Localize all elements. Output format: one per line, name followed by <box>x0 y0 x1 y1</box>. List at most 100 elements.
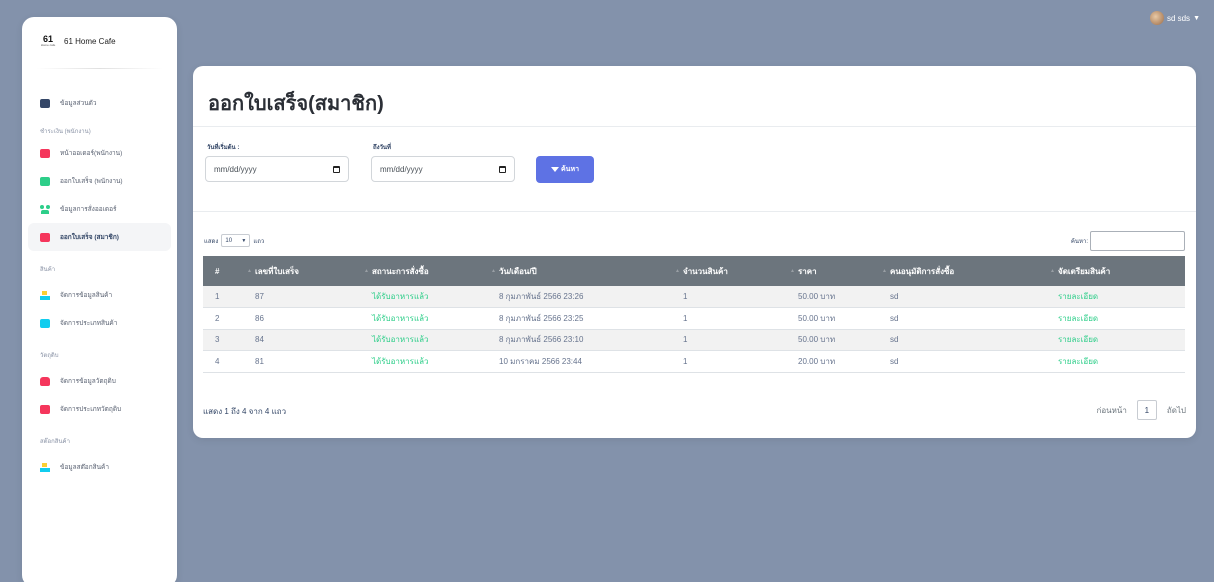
sidebar-item-material-types[interactable]: จัดการประเภทวัตถุดิบ <box>28 395 171 423</box>
cell-quantity: 1 <box>671 350 786 373</box>
brand-logo: 61 Home cafe <box>36 35 60 48</box>
column-header-label: # <box>215 266 220 276</box>
calendar-icon[interactable] <box>333 165 340 173</box>
details-link[interactable]: รายละเอียด <box>1046 286 1185 308</box>
column-header-label: ราคา <box>798 266 817 276</box>
table-header-row: # ▲ เลขที่ใบเสร็จ ▲ สถานะการสั่งซื้อ ▲ วัน/… <box>203 256 1185 286</box>
sidebar-item-label: ออกใบเสร็จ (พนักงาน) <box>60 178 123 185</box>
sort-icon: ▲ <box>364 268 369 274</box>
cell-status: ได้รับอาหารแล้ว <box>360 329 487 351</box>
table-search-input[interactable] <box>1090 231 1185 251</box>
column-header-quantity[interactable]: ▲ จำนวนสินค้า <box>671 256 786 286</box>
column-header-index[interactable]: # <box>203 256 243 286</box>
cell-status: ได้รับอาหารแล้ว <box>360 350 487 373</box>
page-1-button[interactable]: 1 <box>1136 400 1157 420</box>
page-length-value: 10 <box>225 237 233 244</box>
prev-page-button[interactable]: ก่อนหน้า <box>1097 404 1127 417</box>
cell-price: 50.00 บาท <box>786 286 878 308</box>
cell-approver: sd <box>878 286 1046 308</box>
cell-approver: sd <box>878 329 1046 351</box>
cell-date: 10 มกราคม 2566 23:44 <box>487 350 671 373</box>
sidebar-heading-payment: ชำระเงิน (พนักงาน) <box>40 129 91 135</box>
main-card: ออกใบเสร็จ(สมาชิก) วันที่เริ่มต้น : mm/d… <box>193 66 1196 438</box>
user-menu[interactable]: sd sds ▼ <box>1149 11 1200 25</box>
search-button-label: ค้นหา <box>560 166 579 173</box>
sidebar-item-profile[interactable]: ข้อมูลส่วนตัว <box>28 89 171 117</box>
receipt-icon <box>40 148 50 158</box>
end-date-label: ถึงวันที่ <box>373 145 391 151</box>
sort-icon: ▲ <box>491 268 496 274</box>
column-header-label: วัน/เดือน/ปี <box>499 266 537 276</box>
cell-quantity: 1 <box>671 329 786 351</box>
sidebar-item-label: จัดการประเภทวัตถุดิบ <box>60 406 122 413</box>
divider <box>193 126 1196 127</box>
sort-icon: ▲ <box>675 268 680 274</box>
cell-price: 50.00 บาท <box>786 329 878 351</box>
receipt-icon <box>40 232 50 242</box>
next-page-button[interactable]: ถัดไป <box>1167 404 1186 417</box>
column-header-label: จำนวนสินค้า <box>683 266 728 276</box>
cell-date: 8 กุมภาพันธ์ 2566 23:26 <box>487 286 671 308</box>
cell-date: 8 กุมภาพันธ์ 2566 23:25 <box>487 307 671 330</box>
cell-approver: sd <box>878 307 1046 330</box>
sidebar-item-label: ออกใบเสร็จ (สมาชิก) <box>60 234 119 241</box>
boxes-icon <box>40 462 50 472</box>
cell-index: 4 <box>203 350 243 373</box>
cell-status: ได้รับอาหารแล้ว <box>360 307 487 330</box>
column-header-date[interactable]: ▲ วัน/เดือน/ปี <box>487 256 671 286</box>
brand-logo-sub: Home cafe <box>40 43 56 47</box>
table-row: 4 81 ได้รับอาหารแล้ว 10 มกราคม 2566 23:4… <box>203 350 1185 373</box>
avatar <box>1149 11 1164 25</box>
chevron-down-icon: ▼ <box>1193 14 1200 22</box>
column-header-status[interactable]: ▲ สถานะการสั่งซื้อ <box>360 256 487 286</box>
cell-status: ได้รับอาหารแล้ว <box>360 286 487 308</box>
calendar-icon[interactable] <box>499 165 506 173</box>
boxes-icon <box>40 290 50 300</box>
column-header-receipt-no[interactable]: ▲ เลขที่ใบเสร็จ <box>243 256 360 286</box>
sort-icon: ▲ <box>882 268 887 274</box>
details-link[interactable]: รายละเอียด <box>1046 307 1185 330</box>
cell-date: 8 กุมภาพันธ์ 2566 23:10 <box>487 329 671 351</box>
rows-label: แถว <box>253 238 265 245</box>
filter-icon <box>550 167 559 172</box>
sidebar-item-order-info[interactable]: ข้อมูลการสั่งออเดอร์ <box>28 195 171 223</box>
details-link[interactable]: รายละเอียด <box>1046 329 1185 351</box>
receipt-icon <box>40 176 50 186</box>
column-header-prepare[interactable]: ▲ จัดเตรียมสินค้า <box>1046 256 1185 286</box>
sidebar-item-label: ข้อมูลการสั่งออเดอร์ <box>60 206 117 213</box>
start-date-input[interactable]: mm/dd/yyyy <box>205 156 349 182</box>
page-length-select[interactable]: 10 ▼ <box>221 234 251 247</box>
sidebar-item-manage-materials[interactable]: จัดการข้อมูลวัตถุดิบ <box>28 367 171 395</box>
receipts-table: # ▲ เลขที่ใบเสร็จ ▲ สถานะการสั่งซื้อ ▲ วัน/… <box>203 256 1185 373</box>
sidebar-item-product-types[interactable]: จัดการประเภทสินค้า <box>28 309 171 337</box>
sidebar-item-manage-products[interactable]: จัดการข้อมูลสินค้า <box>28 281 171 309</box>
receipt-icon <box>40 318 50 328</box>
sidebar-item-label: ข้อมูลส่วนตัว <box>60 100 97 107</box>
brand[interactable]: 61 Home cafe 61 Home Cafe <box>22 17 177 65</box>
end-date-input[interactable]: mm/dd/yyyy <box>371 156 515 182</box>
cell-receipt-no: 84 <box>243 329 360 351</box>
sort-icon: ▲ <box>1050 268 1055 274</box>
chevron-down-icon: ▼ <box>241 237 247 244</box>
table-row: 1 87 ได้รับอาหารแล้ว 8 กุมภาพันธ์ 2566 2… <box>203 286 1185 308</box>
cell-price: 50.00 บาท <box>786 307 878 330</box>
table-length-control: แสดง 10 ▼ แถว <box>204 234 264 247</box>
column-header-approver[interactable]: ▲ คนอนุมัติการสั่งซื้อ <box>878 256 1046 286</box>
start-date-value: mm/dd/yyyy <box>214 164 257 174</box>
sidebar-item-stock-info[interactable]: ข้อมูลสต๊อกสินค้า <box>28 453 171 481</box>
search-button[interactable]: ค้นหา <box>536 156 594 183</box>
receipt-icon <box>40 404 50 414</box>
sidebar-item-label: ข้อมูลสต๊อกสินค้า <box>60 464 110 471</box>
sidebar-item-member-receipts[interactable]: ออกใบเสร็จ (สมาชิก) <box>28 223 171 251</box>
sidebar-item-staff-receipts[interactable]: ออกใบเสร็จ (พนักงาน) <box>28 167 171 195</box>
column-header-price[interactable]: ▲ ราคา <box>786 256 878 286</box>
id-card-icon <box>40 98 50 108</box>
cell-index: 1 <box>203 286 243 308</box>
details-link[interactable]: รายละเอียด <box>1046 350 1185 373</box>
table-search-label: ค้นหา: <box>1070 239 1088 245</box>
sidebar-item-label: จัดการข้อมูลสินค้า <box>60 292 113 299</box>
brand-name: 61 Home Cafe <box>64 36 116 46</box>
table-row: 3 84 ได้รับอาหารแล้ว 8 กุมภาพันธ์ 2566 2… <box>203 329 1185 351</box>
sidebar-item-staff-orders[interactable]: หน้าออเดอร์(พนักงาน) <box>28 139 171 167</box>
users-icon <box>40 204 50 214</box>
